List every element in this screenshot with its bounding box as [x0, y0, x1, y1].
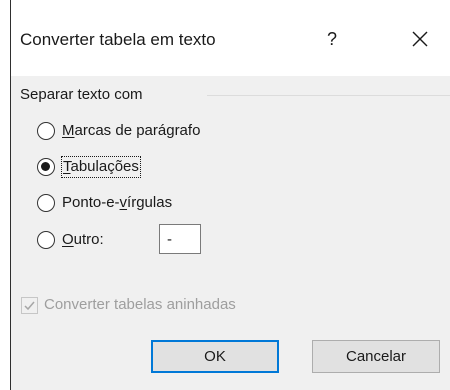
radio-label-tabs[interactable]: Tabulações — [61, 156, 141, 178]
nested-tables-label: Converter tabelas aninhadas — [44, 296, 236, 313]
mnemonic-m: M — [62, 122, 75, 139]
cancel-button[interactable]: Cancelar — [312, 340, 440, 373]
dialog-title: Converter tabela em texto — [20, 30, 216, 49]
radio-other[interactable]: Outro: — [37, 228, 104, 252]
title-bar: Converter tabela em texto ? — [11, 0, 450, 76]
other-separator-input[interactable] — [159, 224, 201, 254]
screen: Converter tabela em texto ? Separar text… — [0, 0, 450, 390]
separator-group-label: Separar texto com — [20, 85, 149, 105]
checkmark-icon — [24, 301, 35, 310]
label-rest: abulações — [70, 158, 139, 175]
radio-semicolons[interactable]: Ponto-e-vírgulas — [37, 191, 172, 215]
close-button[interactable] — [403, 23, 437, 55]
help-button[interactable]: ? — [317, 24, 347, 54]
label-rest: írgulas — [127, 194, 173, 211]
nested-tables-checkbox — [21, 296, 38, 314]
group-divider — [207, 95, 450, 96]
radio-label-paragraph-marks[interactable]: Marcas de parágrafo — [62, 121, 200, 141]
nested-tables-option: Converter tabelas aninhadas — [21, 294, 236, 316]
radio-label-semicolons[interactable]: Ponto-e-vírgulas — [62, 193, 172, 213]
ok-button[interactable]: OK — [151, 340, 279, 373]
label-rest: arcas de parágrafo — [74, 122, 201, 139]
radio-button-semicolons[interactable] — [37, 194, 55, 212]
close-icon — [412, 31, 428, 47]
radio-button-other[interactable] — [37, 231, 55, 249]
radio-button-tabs[interactable] — [37, 158, 55, 176]
radio-paragraph-marks[interactable]: Marcas de parágrafo — [37, 119, 200, 143]
label-prefix: Ponto-e- — [62, 194, 120, 211]
convert-table-dialog: Converter tabela em texto ? Separar text… — [11, 0, 450, 390]
dialog-content: Separar texto com Marcas de parágrafo Ta… — [11, 76, 450, 390]
mnemonic-o: O — [62, 231, 74, 248]
radio-tabs[interactable]: Tabulações — [37, 155, 141, 179]
label-rest: utro: — [73, 231, 104, 248]
radio-button-paragraph-marks[interactable] — [37, 122, 55, 140]
mnemonic-v: v — [119, 194, 128, 211]
radio-label-other[interactable]: Outro: — [62, 230, 104, 250]
mnemonic-t: T — [63, 158, 71, 175]
